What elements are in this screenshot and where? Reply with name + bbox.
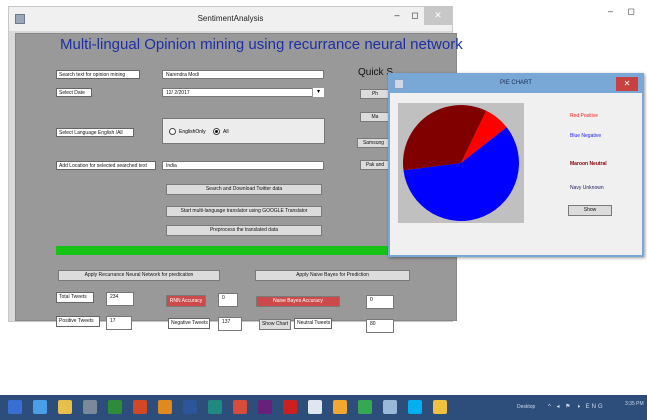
legend-positive: Red Positive: [570, 113, 599, 119]
excel-icon[interactable]: [108, 400, 122, 414]
apply-naive-bayes-button[interactable]: Apply Naive Bayes for Prediction: [255, 270, 410, 281]
total-tweets-value[interactable]: 234: [106, 292, 134, 306]
word-icon[interactable]: [183, 400, 197, 414]
skype-icon[interactable]: [408, 400, 422, 414]
search-label: Search text for opinion mining: [56, 70, 140, 79]
location-label: Add Location for selected searched text: [56, 161, 156, 170]
negative-tweets-label: Negative Tweets: [168, 318, 210, 329]
ie-icon[interactable]: [33, 400, 47, 414]
search-download-button[interactable]: Search and Download Twitter data: [166, 184, 322, 195]
language-panel: EnglishOnly All: [162, 118, 325, 144]
date-label: Select Date: [56, 88, 92, 97]
apply-rnn-button[interactable]: Apply Recurrance Neural Network for pred…: [58, 270, 220, 281]
visual-studio-icon[interactable]: [258, 400, 272, 414]
radio-all[interactable]: All: [213, 128, 229, 135]
negative-tweets-value[interactable]: 137: [218, 317, 242, 331]
location-input[interactable]: India: [162, 161, 324, 170]
clock[interactable]: 3:35 PM: [625, 401, 644, 407]
rnn-accuracy-value[interactable]: 0: [218, 293, 238, 307]
pie-chart-window: PIE CHART ✕ Red Positive Blue Negative M…: [388, 73, 644, 257]
quick-button-samsung[interactable]: Samsung: [357, 138, 390, 148]
network-icon[interactable]: [383, 400, 397, 414]
explorer-icon[interactable]: [433, 400, 447, 414]
main-titlebar: SentimentAnalysis – ◻ ✕: [9, 7, 452, 31]
radio-english-only[interactable]: EnglishOnly: [169, 128, 206, 135]
publisher-icon[interactable]: [208, 400, 222, 414]
radio-all-indicator: [213, 128, 220, 135]
window-controls: – ◻ ✕: [388, 7, 452, 25]
naive-accuracy-label[interactable]: Naive Bayes Accuracy: [256, 296, 340, 307]
legend-negative: Blue Negative: [570, 133, 602, 139]
pie-show-button[interactable]: Show: [568, 205, 612, 216]
user-icon[interactable]: [333, 400, 347, 414]
folder-icon[interactable]: [58, 400, 72, 414]
neutral-tweets-value[interactable]: 80: [366, 319, 394, 333]
opera-icon[interactable]: [283, 400, 297, 414]
chrome-icon[interactable]: [233, 400, 247, 414]
legend-neutral: Maroon Neutral: [570, 161, 607, 167]
radio-all-label: All: [223, 128, 229, 135]
start-icon[interactable]: [8, 400, 22, 414]
positive-tweets-value[interactable]: 17: [106, 316, 132, 330]
translate-button[interactable]: Start multi-language translator using GO…: [166, 206, 322, 217]
date-dropdown-icon[interactable]: ▾: [312, 88, 324, 97]
pie-close-button[interactable]: ✕: [616, 77, 638, 91]
window-title: SentimentAnalysis: [197, 14, 264, 23]
app-icon[interactable]: [358, 400, 372, 414]
powerpoint-icon[interactable]: [133, 400, 147, 414]
close-button[interactable]: ✕: [424, 7, 452, 25]
show-chart-button[interactable]: Show Chart: [259, 319, 291, 330]
total-tweets-label: Total Tweets: [56, 292, 94, 303]
date-picker[interactable]: 12/ 2/2017: [162, 88, 324, 97]
background-window-titlebar: – ◻: [455, 0, 647, 30]
desktop-label[interactable]: Desktop: [517, 404, 535, 410]
pie-titlebar: PIE CHART ✕: [390, 75, 642, 93]
radio-english-only-label: EnglishOnly: [179, 128, 206, 135]
neutral-tweets-label: Neutral Tweets: [294, 318, 332, 329]
positive-tweets-label: Positive Tweets: [56, 316, 100, 327]
file-icon[interactable]: [308, 400, 322, 414]
pie-chart: [403, 105, 519, 221]
language-label: Select Language English /All: [56, 128, 134, 137]
page-title: Multi-lingual Opinion mining using recur…: [60, 36, 463, 53]
taskbar: Desktop ^ ◂ ⚑ 🕨 ENG 3:35 PM: [0, 395, 647, 420]
search-input[interactable]: Narendra Modi: [162, 70, 324, 79]
radio-english-only-indicator: [169, 128, 176, 135]
quick-button-4[interactable]: Pak and: [360, 160, 390, 170]
progress-bar: [56, 246, 388, 255]
pie-chart-area: [398, 103, 524, 223]
preprocess-button[interactable]: Preprocess the translated data: [166, 225, 322, 236]
quick-button-2[interactable]: Ma: [360, 112, 390, 122]
quick-button-1[interactable]: Ph: [360, 89, 390, 99]
background-window-controls[interactable]: – ◻: [608, 6, 641, 17]
pie-window-title: PIE CHART: [500, 80, 532, 86]
naive-accuracy-value[interactable]: 0: [366, 295, 394, 309]
legend-unknown: Navy Unknown: [570, 185, 604, 191]
maximize-button[interactable]: ◻: [406, 7, 424, 25]
paint-icon[interactable]: [83, 400, 97, 414]
media-icon[interactable]: [158, 400, 172, 414]
tray-icons[interactable]: ^ ◂ ⚑ 🕨 ENG: [548, 403, 605, 411]
minimize-button[interactable]: –: [388, 7, 406, 25]
rnn-accuracy-label[interactable]: RNN Accuracy: [166, 295, 206, 307]
